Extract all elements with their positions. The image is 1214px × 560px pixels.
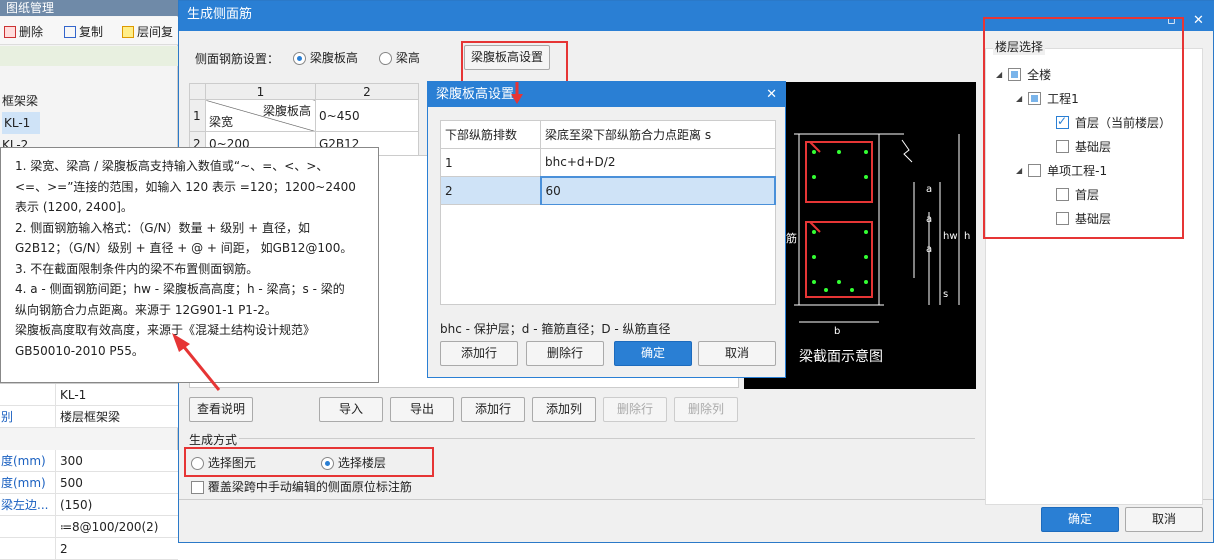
arrow-head bbox=[511, 94, 523, 104]
annotation-arrows bbox=[172, 82, 523, 391]
arrow-line bbox=[178, 341, 221, 391]
